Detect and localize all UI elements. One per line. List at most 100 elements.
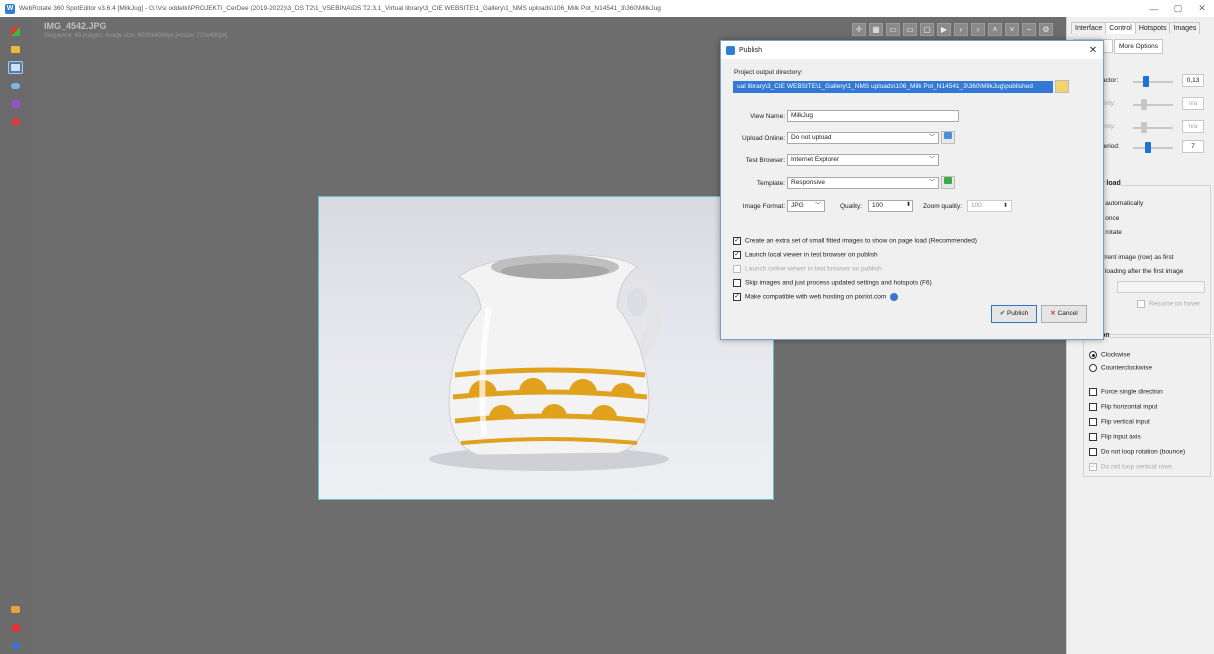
maximize-button[interactable]: ▢ (1166, 3, 1190, 14)
test-browser-select[interactable]: Internet Explorer ﹀ (787, 154, 939, 166)
publish-dialog: Publish ✕ Project output directory: ual … (720, 40, 1104, 340)
info-icon[interactable] (8, 639, 23, 652)
resume-on-hover: Resume on hover (1137, 300, 1200, 308)
upload-settings-icon[interactable] (941, 131, 955, 144)
drag-factor-slider[interactable] (1133, 76, 1173, 87)
panel-tabs: Interface Control Hotspots Images (1067, 17, 1214, 34)
publish-icon[interactable] (8, 97, 23, 110)
browse-folder-icon[interactable] (1055, 80, 1069, 93)
grid-icon[interactable]: ▦ (869, 23, 883, 36)
chevron-down-icon: ﹀ (928, 180, 935, 186)
project-icon[interactable] (8, 25, 23, 38)
check-small-fitted-images[interactable]: ✓ Create an extra set of small fitted ima… (733, 237, 977, 245)
rotate-period-thumb[interactable] (1145, 142, 1151, 153)
up-icon[interactable]: ˄ (988, 23, 1002, 36)
app-icon: W (5, 3, 15, 14)
tab-interface[interactable]: Interface (1071, 22, 1107, 34)
zoom-quality-input: 100 ⬍ (967, 200, 1012, 212)
dialog-title: Publish (739, 46, 762, 54)
down-icon[interactable]: ˅ (1005, 23, 1019, 36)
checkmark-icon: ✔ (999, 310, 1006, 317)
tab-control[interactable]: Control (1105, 22, 1136, 34)
rotate-period-value[interactable]: 7 (1182, 140, 1204, 153)
radio-clockwise[interactable]: Clockwise (1089, 351, 1130, 359)
output-dir-input[interactable]: ual library\3_CIE WEBSITE\1_Gallery\1_NM… (733, 81, 1053, 93)
check-skip-images[interactable]: Skip images and just process updated set… (733, 279, 932, 287)
quality-stepper-icon[interactable]: ⬍ (906, 201, 911, 208)
template-select[interactable]: Responsive ﹀ (787, 177, 939, 189)
test-browser-label: Test Browser: (745, 157, 785, 164)
view-icon[interactable] (8, 61, 23, 74)
tab-hotspots[interactable]: Hotspots (1134, 22, 1171, 34)
publish-button[interactable]: ✔ Publish (991, 305, 1037, 323)
cloud-icon[interactable] (8, 79, 23, 92)
radio-counterclockwise-dot[interactable] (1089, 364, 1097, 372)
image-filename: IMG_4542.JPG (44, 21, 107, 31)
disabled-field (1117, 281, 1205, 293)
rotate-period-slider[interactable] (1133, 142, 1173, 153)
milk-jug-image (429, 254, 669, 471)
zoom-stepper-icon: ⬍ (1002, 203, 1008, 209)
left-toolbar (0, 17, 32, 654)
drag-factor-thumb[interactable] (1143, 76, 1149, 87)
image-format-label: Image Format: (742, 203, 785, 210)
close-button[interactable]: ✕ (1190, 3, 1214, 14)
radio-counterclockwise[interactable]: Counterclockwise (1089, 364, 1152, 372)
chevron-down-icon: ﹀ (814, 203, 821, 209)
folder-icon[interactable] (8, 43, 23, 56)
frame-alt-icon[interactable]: ▭ (903, 23, 917, 36)
sensitivity-thumb-2 (1141, 122, 1147, 133)
view-name-label: View Name: (750, 113, 785, 120)
info-icon[interactable] (890, 293, 899, 301)
check-launch-local-viewer[interactable]: ✓ Launch local viewer in test browser on … (733, 251, 878, 259)
next-icon[interactable]: › (971, 23, 985, 36)
frame-icon[interactable]: ▭ (886, 23, 900, 36)
window-title: WebRotate 360 SpotEditor v3.6.4 [MilkJug… (19, 5, 661, 12)
hotspot-icon[interactable]: ✛ (852, 23, 866, 36)
upload-online-select[interactable]: Do not upload ﹀ (787, 132, 939, 144)
dialog-close-button[interactable]: ✕ (1083, 45, 1103, 56)
sensitivity-value-1: n/a (1182, 97, 1204, 110)
cancel-button[interactable]: ✕ Cancel (1041, 305, 1087, 323)
prev-icon[interactable]: ‹ (954, 23, 968, 36)
check-flip-vertical[interactable]: Flip vertical input (1089, 418, 1150, 426)
sequence-info: Sequence: 48 images; Image size: 6000x40… (44, 33, 228, 39)
upload-online-label: Upload Online: (742, 135, 785, 142)
check-flip-axis[interactable]: Flip input axis (1089, 433, 1141, 441)
publish-dialog-icon (726, 45, 735, 55)
users-icon[interactable] (8, 603, 23, 616)
fit-icon[interactable]: ▢ (920, 23, 934, 36)
check-no-loop-vertical: ✓ Do not loop vertical rows (1089, 463, 1173, 471)
check-flip-horizontal[interactable]: Flip horizontal input (1089, 403, 1157, 411)
delete-icon[interactable] (8, 115, 23, 128)
cancel-x-icon: ✕ (1050, 310, 1056, 317)
check-launch-online-viewer: Launch online viewer in test browser on … (733, 265, 882, 273)
sensitivity-slider-1 (1133, 99, 1173, 110)
check-pixriot-compatible[interactable]: ✓ Make compatible with web hosting on pix… (733, 293, 899, 301)
check-force-single-direction[interactable]: Force single direction (1089, 388, 1163, 396)
template-label: Template: (756, 180, 785, 187)
chevron-down-icon: ﹀ (928, 157, 935, 163)
tab-images[interactable]: Images (1169, 22, 1201, 34)
minimize-button[interactable]: — (1142, 4, 1166, 14)
radio-clockwise-dot[interactable] (1089, 351, 1097, 359)
play-icon[interactable]: ▶ (937, 23, 951, 36)
drag-factor-value[interactable]: 0,13 (1182, 74, 1204, 87)
pdf-icon[interactable] (8, 621, 23, 634)
title-bar: W WebRotate 360 SpotEditor v3.6.4 [MilkJ… (0, 0, 1214, 17)
minus-icon[interactable]: − (1022, 23, 1036, 36)
subtab-more-options[interactable]: More Options (1114, 39, 1164, 54)
viewer-toolbar: ✛ ▦ ▭ ▭ ▢ ▶ ‹ › ˄ ˅ − ⚙ (852, 23, 1053, 36)
sensitivity-slider-2 (1133, 122, 1173, 133)
product-photo (318, 196, 774, 500)
zoom-quality-label: Zoom quality: (923, 203, 963, 210)
output-dir-label: Project output directory: (734, 69, 803, 76)
check-no-loop-bounce[interactable]: Do not loop rotation (bounce) (1089, 448, 1185, 456)
sensitivity-thumb-1 (1141, 99, 1147, 110)
view-name-input[interactable]: MilkJug (787, 110, 959, 122)
image-format-select[interactable]: JPG ﹀ (787, 200, 825, 212)
chevron-down-icon: ﹀ (928, 135, 935, 141)
settings-icon[interactable]: ⚙ (1039, 23, 1053, 36)
template-edit-icon[interactable] (941, 176, 955, 189)
dialog-title-bar: Publish ✕ (721, 41, 1103, 59)
